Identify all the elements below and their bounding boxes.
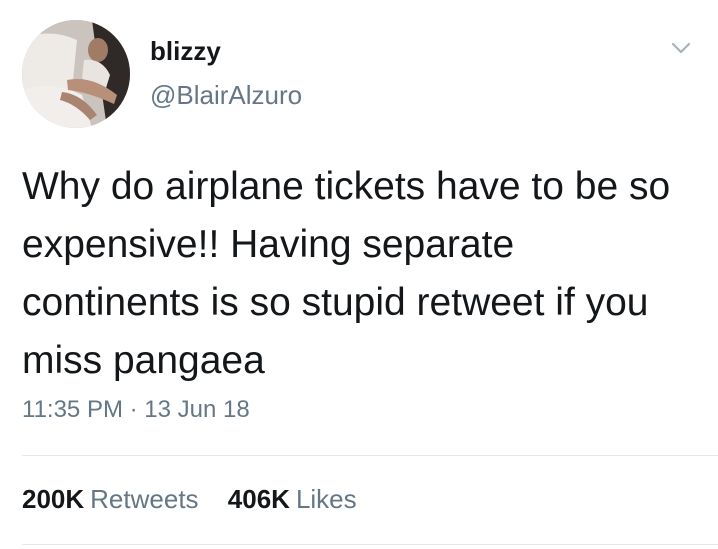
chevron-down-icon[interactable] <box>670 37 692 59</box>
divider <box>22 455 718 456</box>
timestamp[interactable]: 11:35 PM · 13 Jun 18 <box>22 398 250 422</box>
avatar[interactable] <box>22 20 130 128</box>
likes-stat[interactable]: 406K Likes <box>228 486 357 512</box>
retweets-label: Retweets <box>90 484 199 514</box>
avatar-photo <box>22 20 130 128</box>
retweets-count: 200K <box>22 484 85 514</box>
tweet-text: Why do airplane tickets have to be so ex… <box>22 165 671 382</box>
retweets-stat[interactable]: 200K Retweets <box>22 486 199 512</box>
tweet-stats: 200K Retweets 406K Likes <box>22 486 357 512</box>
user-handle[interactable]: @BlairAlzuro <box>150 82 302 108</box>
divider <box>22 544 718 545</box>
display-name[interactable]: blizzy <box>150 38 221 64</box>
likes-label: Likes <box>295 484 357 514</box>
likes-count: 406K <box>227 484 290 514</box>
